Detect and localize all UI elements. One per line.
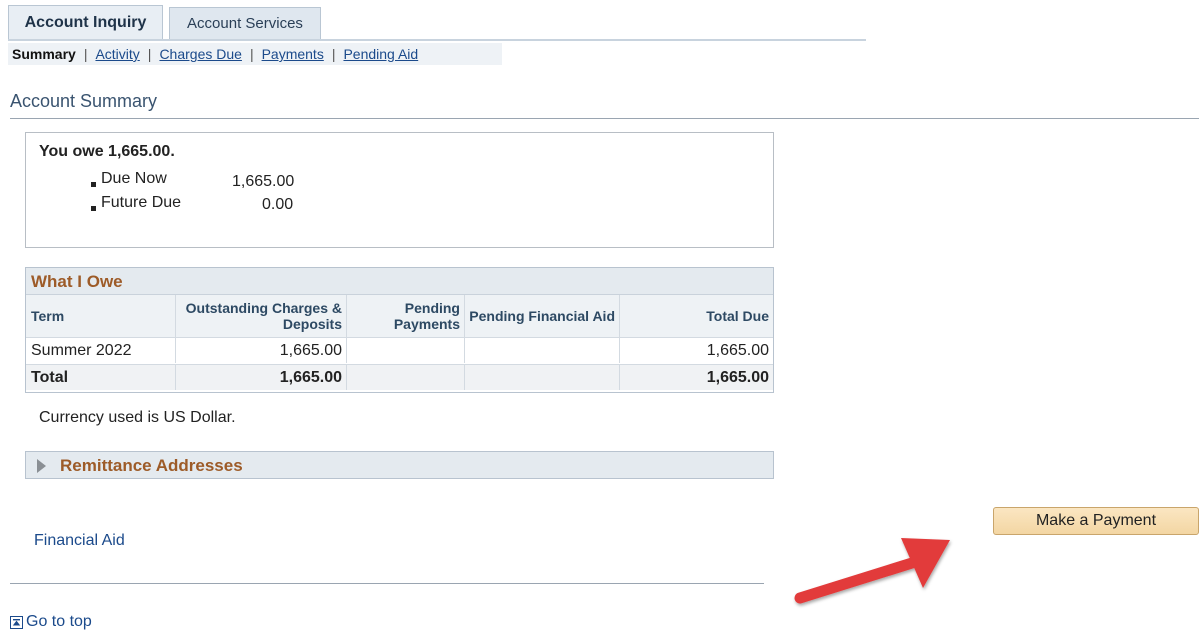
- due-now-value: 1,665.00: [232, 173, 295, 190]
- future-due-value: 0.00: [262, 196, 294, 213]
- tab-divider: [8, 39, 866, 41]
- table-cell-total: 1,665.00: [620, 337, 773, 363]
- total-row-payments: [347, 364, 465, 390]
- header-total-due: Total Due: [620, 295, 773, 337]
- total-row-total: 1,665.00: [620, 364, 773, 390]
- make-payment-button[interactable]: Make a Payment: [993, 507, 1199, 535]
- header-term: Term: [26, 295, 176, 337]
- header-pending-financial-aid: Pending Financial Aid: [465, 295, 620, 337]
- table-cell-term: Summer 2022: [26, 337, 176, 363]
- bullet-icon: [91, 206, 96, 211]
- financial-aid-link[interactable]: Financial Aid: [34, 532, 125, 550]
- subnav-separator: |: [331, 46, 336, 62]
- bullet-icon: [91, 182, 96, 187]
- table-cell-aid: [465, 337, 620, 363]
- subnav-pending-aid[interactable]: Pending Aid: [337, 46, 424, 62]
- table-cell-charges: 1,665.00: [176, 337, 347, 363]
- grid-title-bar: What I Owe: [26, 268, 773, 295]
- remittance-addresses-section[interactable]: Remittance Addresses: [25, 451, 774, 479]
- due-now-label: Due Now: [101, 170, 167, 187]
- total-row-label: Total: [26, 364, 176, 390]
- tab-account-services[interactable]: Account Services: [169, 7, 321, 39]
- page-title: Account Summary: [10, 91, 158, 111]
- title-divider: [10, 118, 1199, 119]
- header-pending-payments: Pending Payments: [347, 295, 465, 337]
- total-row-charges: 1,665.00: [176, 364, 347, 390]
- tab-account-inquiry[interactable]: Account Inquiry: [8, 5, 163, 40]
- expand-triangle-icon[interactable]: [37, 459, 46, 473]
- subnav-separator: |: [83, 46, 88, 62]
- owe-heading: You owe 1,665.00.: [39, 143, 175, 160]
- what-i-owe-grid: What I Owe Term Outstanding Charges & De…: [25, 267, 774, 393]
- sub-navigation: Summary | Activity | Charges Due | Payme…: [8, 43, 502, 65]
- future-due-label: Future Due: [101, 194, 182, 211]
- red-arrow-icon: [794, 538, 950, 604]
- subnav-activity[interactable]: Activity: [89, 46, 145, 62]
- go-to-top-link[interactable]: Go to top: [10, 613, 92, 631]
- go-to-top-label[interactable]: Go to top: [26, 613, 92, 631]
- subnav-charges-due[interactable]: Charges Due: [153, 46, 248, 62]
- remittance-label[interactable]: Remittance Addresses: [60, 456, 243, 476]
- go-to-top-icon[interactable]: [10, 615, 23, 629]
- subnav-payments[interactable]: Payments: [256, 46, 330, 62]
- bottom-divider: [10, 583, 764, 584]
- subnav-summary[interactable]: Summary: [8, 46, 82, 62]
- table-cell-payments: [347, 337, 465, 363]
- grid-title: What I Owe: [31, 272, 123, 291]
- header-outstanding-charges: Outstanding Charges & Deposits: [176, 295, 347, 337]
- subnav-separator: |: [147, 46, 152, 62]
- currency-note: Currency used is US Dollar.: [39, 409, 236, 426]
- subnav-separator: |: [249, 46, 254, 62]
- total-row-aid: [465, 364, 620, 390]
